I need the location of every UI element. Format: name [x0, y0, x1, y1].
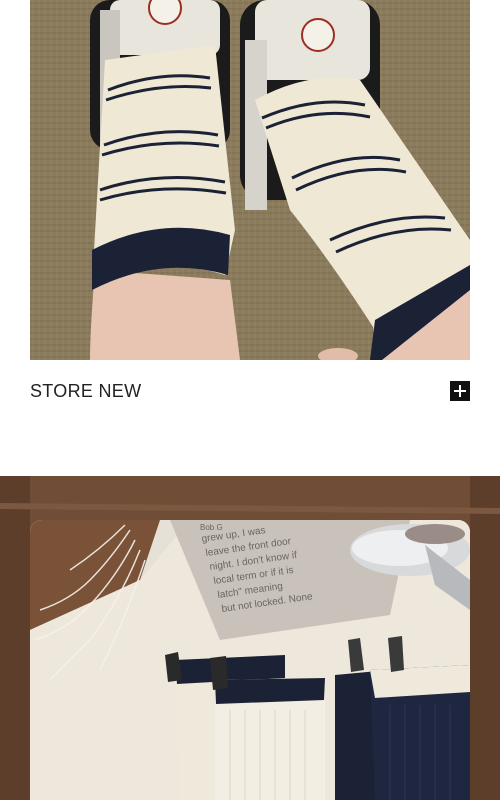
expand-plus-button[interactable] [450, 381, 470, 401]
left-leg [90, 45, 240, 360]
socks-flatlay-photo: Bob G grew up, I was leave the front doo… [30, 520, 470, 800]
socks-on-feet-photo [30, 0, 470, 360]
store-new-caption: STORE NEW [30, 381, 142, 401]
socks-on-feet-illustration [30, 0, 470, 360]
socks-flatlay-illustration: Bob G grew up, I was leave the front doo… [30, 520, 470, 800]
